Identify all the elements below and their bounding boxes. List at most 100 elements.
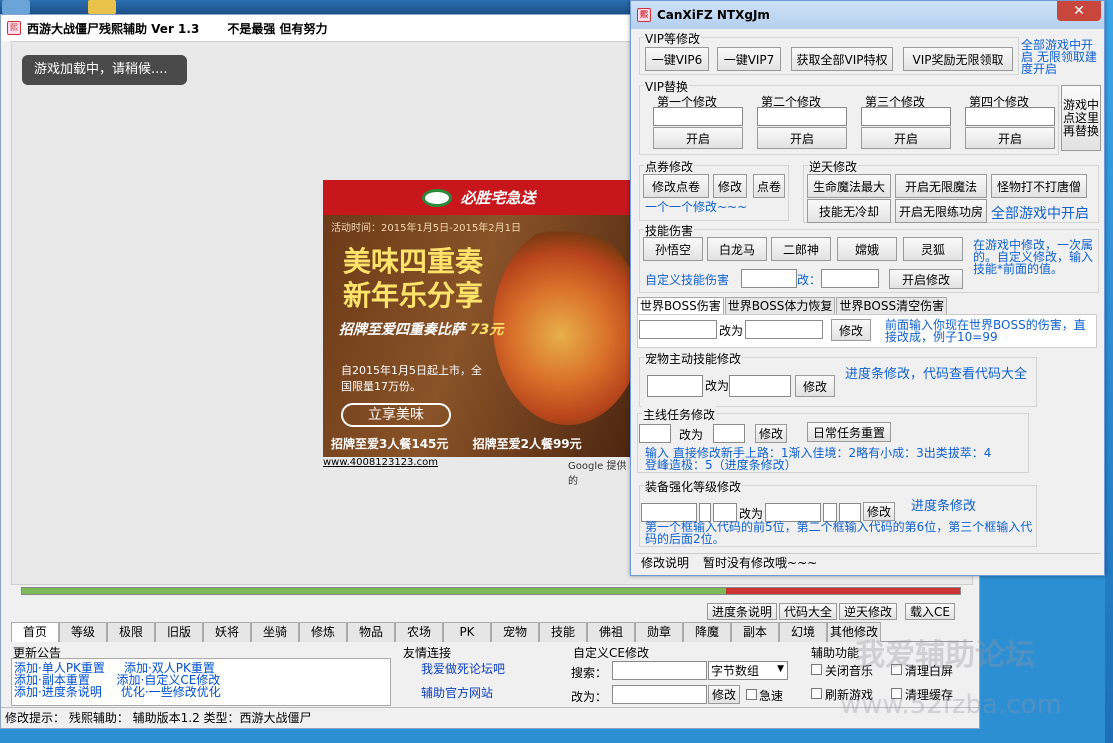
vip-swap-input[interactable] xyxy=(861,107,951,126)
ad-footer: 招牌至爱3人餐145元 招牌至爱2人餐99元 xyxy=(331,435,582,452)
ce-value-input[interactable] xyxy=(612,685,707,704)
ad-cta-button[interactable]: 立享美味 xyxy=(341,403,451,427)
tab-6[interactable]: 修炼 xyxy=(299,622,347,642)
ce-search-input[interactable] xyxy=(612,661,707,680)
window-title: 西游大战僵尸残熙辅助 Ver 1.3 xyxy=(27,21,200,36)
tab-3[interactable]: 旧版 xyxy=(155,622,203,642)
skill-char-button[interactable]: 灵狐 xyxy=(903,237,963,261)
tab-12[interactable]: 佛祖 xyxy=(587,622,635,642)
tab-5[interactable]: 坐骑 xyxy=(251,622,299,642)
pet-value[interactable] xyxy=(729,375,791,397)
vip-swap-open-button[interactable]: 开启 xyxy=(965,127,1055,149)
custom-skill-input[interactable] xyxy=(741,269,797,288)
vip-swap-open-button[interactable]: 开启 xyxy=(861,127,951,149)
equip-modify-button[interactable]: 修改 xyxy=(863,502,895,521)
cheat-title: CanXiFZ NTXgJm xyxy=(657,8,770,22)
skill-char-button[interactable]: 白龙马 xyxy=(707,237,767,261)
vip-group-title: VIP等修改 xyxy=(644,30,701,47)
boss-damage-value[interactable] xyxy=(745,320,823,339)
boss-modify-button[interactable]: 修改 xyxy=(831,319,871,341)
infinite-magic-button[interactable]: 开启无限魔法 xyxy=(895,174,987,198)
points-button[interactable]: 点卷 xyxy=(753,174,785,198)
skill-char-button[interactable]: 二郎神 xyxy=(771,237,831,261)
main-tabs: 首页 等级 极限 旧版 妖将 坐骑 修炼 物品 农场 PK 宠物 技能 佛祖 勋章 降魔 副本 幻境 其他修改 xyxy=(11,622,973,642)
vip-note: 全部游戏中开启 无限领取建度开启 xyxy=(1021,38,1097,76)
progress-help-button[interactable]: 进度条说明 xyxy=(707,603,778,620)
tab-11[interactable]: 技能 xyxy=(539,622,587,642)
no-cooldown-button[interactable]: 技能无冷却 xyxy=(807,199,891,223)
vip-swap-input[interactable] xyxy=(653,107,743,126)
vip-swap-input[interactable] xyxy=(965,107,1055,126)
ce-modify-button[interactable]: 修改 xyxy=(708,685,740,704)
ad-body: 活动时间：2015年1月5日-2015年2月1日 美味四重奏 新年乐分享 招牌至… xyxy=(323,215,635,457)
custom-skill-value[interactable] xyxy=(821,269,879,288)
vip-reward-button[interactable]: VIP奖励无限领取 xyxy=(903,47,1013,71)
forum-link[interactable]: 我爱做死论坛吧 xyxy=(421,660,505,677)
tab-2[interactable]: 极限 xyxy=(107,622,155,642)
quest-input[interactable] xyxy=(639,424,671,443)
monster-no-attack-button[interactable]: 怪物打不打唐僧 xyxy=(991,174,1087,198)
ad-price: 73元 xyxy=(469,322,504,338)
vip-swap-side-button[interactable]: 游戏中点这里再替换 xyxy=(1061,85,1101,151)
quest-modify-button[interactable]: 修改 xyxy=(755,424,787,443)
pizza-hut-logo-icon xyxy=(422,188,453,207)
skill-char-button[interactable]: 嫦娥 xyxy=(837,237,897,261)
pet-input[interactable] xyxy=(647,375,703,397)
speed-checkbox[interactable] xyxy=(746,689,757,700)
close-button[interactable]: ✕ xyxy=(1057,1,1101,21)
tab-14[interactable]: 降魔 xyxy=(683,622,731,642)
ce-type-select[interactable]: 字节数组 ▼ xyxy=(708,661,788,680)
vip-swap-open-button[interactable]: 开启 xyxy=(653,127,743,149)
official-site-link[interactable]: 辅助官方网站 xyxy=(421,684,493,701)
tab-15[interactable]: 副本 xyxy=(731,622,779,642)
skill-char-button[interactable]: 孙悟空 xyxy=(643,237,703,261)
speed-label: 急速 xyxy=(759,689,784,703)
boss-tab[interactable]: 世界BOSS清空伤害 xyxy=(836,297,948,314)
tab-4[interactable]: 妖将 xyxy=(203,622,251,642)
infinite-training-button[interactable]: 开启无限练功房 xyxy=(895,199,987,223)
boss-tab[interactable]: 世界BOSS伤害 xyxy=(637,297,724,314)
tab-13[interactable]: 勋章 xyxy=(635,622,683,642)
skill-open-button[interactable]: 开启修改 xyxy=(889,269,963,289)
ce-type-value: 字节数组 xyxy=(711,664,760,678)
custom-skill-label: 自定义技能伤害 xyxy=(645,273,730,287)
pizza-image xyxy=(493,225,635,425)
heaven-mod-button[interactable]: 逆天修改 xyxy=(839,603,898,620)
vip-swap-open-button[interactable]: 开启 xyxy=(757,127,847,149)
daily-reset-button[interactable]: 日常任务重置 xyxy=(807,422,891,442)
ad-banner[interactable]: 必胜宅急送 活动时间：2015年1月5日-2015年2月1日 美味四重奏 新年乐… xyxy=(323,180,635,487)
pet-modify-button[interactable]: 修改 xyxy=(795,375,835,397)
points-modify-button[interactable]: 修改 xyxy=(713,174,747,198)
quest-value[interactable] xyxy=(713,424,745,443)
ad-url[interactable]: www.4008123123.com xyxy=(323,457,438,468)
pet-to: 改为 xyxy=(705,379,730,393)
boss-damage-input[interactable] xyxy=(639,320,717,339)
aux-title: 辅助功能 xyxy=(811,646,860,660)
tab-9[interactable]: PK xyxy=(443,622,491,642)
vip-swap-input[interactable] xyxy=(757,107,847,126)
tab-0[interactable]: 首页 xyxy=(11,622,59,642)
tab-1[interactable]: 等级 xyxy=(59,622,107,642)
max-hp-mp-button[interactable]: 生命魔法最大 xyxy=(807,174,891,198)
tab-10[interactable]: 宠物 xyxy=(491,622,539,642)
tab-7[interactable]: 物品 xyxy=(347,622,395,642)
boss-tab[interactable]: 世界BOSS体力恢复 xyxy=(724,297,836,314)
cheat-app-icon: 熙 xyxy=(637,8,651,22)
all-vip-button[interactable]: 获取全部VIP特权 xyxy=(791,47,893,71)
quest-to: 改为 xyxy=(679,428,704,442)
tab-16[interactable]: 幻境 xyxy=(779,622,827,642)
refresh-checkbox[interactable] xyxy=(811,688,822,699)
ad-subhead: 招牌至爱四重奏比萨 73元 xyxy=(339,319,503,339)
points-title: 点券修改 xyxy=(644,158,695,175)
code-list-button[interactable]: 代码大全 xyxy=(779,603,838,620)
vip7-button[interactable]: 一键VIP7 xyxy=(717,47,781,71)
chevron-down-icon: ▼ xyxy=(777,664,784,674)
vip6-button[interactable]: 一键VIP6 xyxy=(645,47,709,71)
edit-points-button[interactable]: 修改点卷 xyxy=(643,174,709,198)
mute-checkbox[interactable] xyxy=(811,664,822,675)
taskbar-folder-icon[interactable] xyxy=(88,0,116,14)
taskbar-app-icon[interactable] xyxy=(2,0,30,14)
change-label: 改为： xyxy=(571,690,608,704)
load-ce-button[interactable]: 载入CE xyxy=(905,603,956,620)
tab-8[interactable]: 农场 xyxy=(395,622,443,642)
